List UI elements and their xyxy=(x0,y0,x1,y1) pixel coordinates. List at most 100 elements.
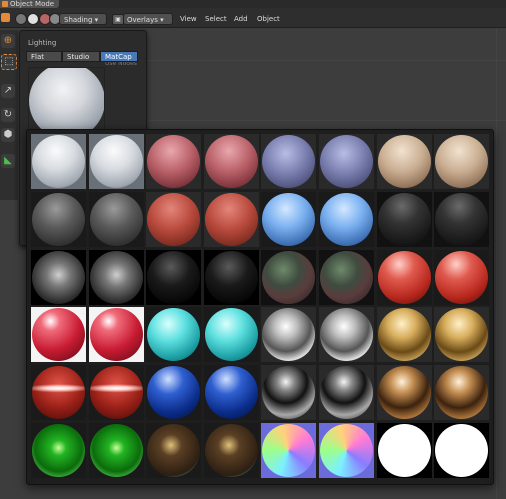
matcap-tile-toon-dark[interactable] xyxy=(261,249,317,305)
matcap-tile-toon-dark-2[interactable] xyxy=(319,249,374,305)
matcap-sphere xyxy=(262,192,316,246)
matcap-sphere xyxy=(320,250,373,304)
matcap-sphere xyxy=(262,366,316,420)
cursor-tool-icon[interactable]: ⊕ xyxy=(1,34,15,48)
select-box-tool-icon[interactable]: ⬚ xyxy=(1,54,17,70)
matcap-tile-lavender-soft[interactable] xyxy=(261,134,317,189)
matcap-sphere xyxy=(32,192,85,246)
object-type-icon[interactable] xyxy=(1,13,10,22)
matcap-tile-chrome[interactable] xyxy=(261,307,317,363)
matcap-sphere xyxy=(147,135,201,188)
matcap-sphere xyxy=(435,250,489,304)
matcap-tile-black-rim-2[interactable] xyxy=(203,249,259,305)
matcap-sphere xyxy=(32,135,85,188)
matcap-tile-red-clay[interactable] xyxy=(146,191,202,247)
matcap-tile-bronze[interactable] xyxy=(376,365,432,421)
matcap-tile-red-stripe[interactable] xyxy=(31,365,86,421)
matcap-tile-sky-blue-2[interactable] xyxy=(319,191,374,247)
matcap-tile-brown-rim-2[interactable] xyxy=(203,423,259,478)
matcap-sphere xyxy=(262,250,316,304)
menu-view[interactable]: View xyxy=(180,13,197,25)
matcap-tile-sky-blue[interactable] xyxy=(261,191,317,247)
matcap-tile-dark-grey-2[interactable] xyxy=(88,191,144,247)
matcap-tile-rim-white[interactable] xyxy=(31,249,86,305)
matcap-tile-pink-clay[interactable] xyxy=(146,134,202,189)
matcap-tile-shiny-red-2[interactable] xyxy=(434,249,490,305)
matcap-sphere xyxy=(89,250,143,304)
matcap-sphere xyxy=(32,424,85,477)
lighting-studio-option[interactable]: Studio xyxy=(62,51,100,62)
rotate-tool-icon[interactable]: ↻ xyxy=(1,108,15,122)
lighting-matcap-option[interactable]: MatCap xyxy=(100,51,138,62)
matcap-sphere xyxy=(320,192,373,246)
matcap-tile-deep-blue[interactable] xyxy=(146,365,202,421)
measure-tool-icon[interactable]: ◣ xyxy=(1,154,15,168)
matcap-sphere xyxy=(204,424,258,477)
matcap-sphere xyxy=(435,192,489,246)
matcap-tile-candy-red-2[interactable] xyxy=(88,307,144,363)
menu-add[interactable]: Add xyxy=(234,13,248,25)
matcap-tile-green-glow[interactable] xyxy=(31,423,86,478)
matcap-sphere xyxy=(204,250,258,304)
move-tool-icon[interactable]: ↗ xyxy=(1,84,15,98)
matcap-tile-flat-white-2[interactable] xyxy=(434,423,490,478)
lighting-flat-option[interactable]: Flat xyxy=(26,51,62,62)
matcap-tile-black-chrome-2[interactable] xyxy=(319,365,374,421)
matcap-tile-black-chrome[interactable] xyxy=(261,365,317,421)
matcap-tile-normal-map-2[interactable] xyxy=(319,423,374,478)
matcap-tile-ceramic-white-2[interactable] xyxy=(88,134,144,189)
matcap-sphere xyxy=(89,424,143,477)
mode-selector[interactable]: Object Mode xyxy=(0,0,60,8)
matcap-tile-cyan-gloss[interactable] xyxy=(146,307,202,363)
matcap-sphere xyxy=(89,135,143,188)
matcap-tile-green-glow-2[interactable] xyxy=(88,423,144,478)
matcap-tile-deep-blue-2[interactable] xyxy=(203,365,259,421)
wireframe-shading-button[interactable] xyxy=(15,13,27,25)
matcap-sphere xyxy=(32,250,85,304)
matcap-sphere xyxy=(204,308,258,362)
matcap-sphere xyxy=(204,366,258,420)
matcap-tile-gold-2[interactable] xyxy=(434,307,490,363)
matcap-tile-skin-tan[interactable] xyxy=(376,134,432,189)
matcap-tile-skin-tan-2[interactable] xyxy=(434,134,490,189)
matcap-tile-shiny-red[interactable] xyxy=(376,249,432,305)
matcap-tile-pink-clay-2[interactable] xyxy=(203,134,259,189)
matcap-sphere xyxy=(262,135,316,188)
matcap-tile-brown-rim[interactable] xyxy=(146,423,202,478)
shading-dropdown[interactable]: Shading ▾ xyxy=(59,13,107,25)
matcap-sphere xyxy=(147,366,201,420)
matcap-tile-red-clay-2[interactable] xyxy=(203,191,259,247)
matcap-tile-normal-map[interactable] xyxy=(261,423,317,478)
matcap-tile-black-rim[interactable] xyxy=(146,249,202,305)
matcap-sphere xyxy=(262,424,316,477)
matcap-sphere xyxy=(377,366,431,420)
matcap-tile-black-plastic-2[interactable] xyxy=(434,191,490,247)
matcap-tile-cyan-gloss-2[interactable] xyxy=(203,307,259,363)
matcap-tile-chrome-2[interactable] xyxy=(319,307,374,363)
matcap-sphere xyxy=(377,424,431,477)
matcap-tile-ceramic-white[interactable] xyxy=(31,134,86,189)
matcap-sphere xyxy=(147,192,201,246)
matcap-tile-bronze-2[interactable] xyxy=(434,365,490,421)
matcap-sphere xyxy=(377,308,431,362)
matcap-tile-candy-red[interactable] xyxy=(31,307,86,363)
overlays-dropdown[interactable]: Overlays ▾ xyxy=(123,13,173,25)
matcap-sphere xyxy=(147,424,201,477)
matcap-tile-red-stripe-2[interactable] xyxy=(88,365,144,421)
matcap-sphere xyxy=(435,135,489,188)
matcap-tile-black-plastic[interactable] xyxy=(376,191,432,247)
solid-shading-button[interactable] xyxy=(27,13,39,25)
matcap-sphere xyxy=(320,308,373,362)
matcap-tile-dark-grey[interactable] xyxy=(31,191,86,247)
shading-label: Shading xyxy=(64,16,93,24)
matcap-tile-flat-white[interactable] xyxy=(376,423,432,478)
scale-tool-icon[interactable]: ⬢ xyxy=(1,128,15,142)
matcap-tile-lavender-soft-2[interactable] xyxy=(319,134,374,189)
menu-select[interactable]: Select xyxy=(205,13,227,25)
viewport-header: Object Mode Shading ▾ ▣ Overlays ▾ View … xyxy=(0,0,506,28)
matcap-preview[interactable] xyxy=(28,67,105,135)
menu-object[interactable]: Object xyxy=(257,13,280,25)
matcap-sphere xyxy=(204,135,258,188)
matcap-tile-gold[interactable] xyxy=(376,307,432,363)
matcap-tile-rim-white-2[interactable] xyxy=(88,249,144,305)
